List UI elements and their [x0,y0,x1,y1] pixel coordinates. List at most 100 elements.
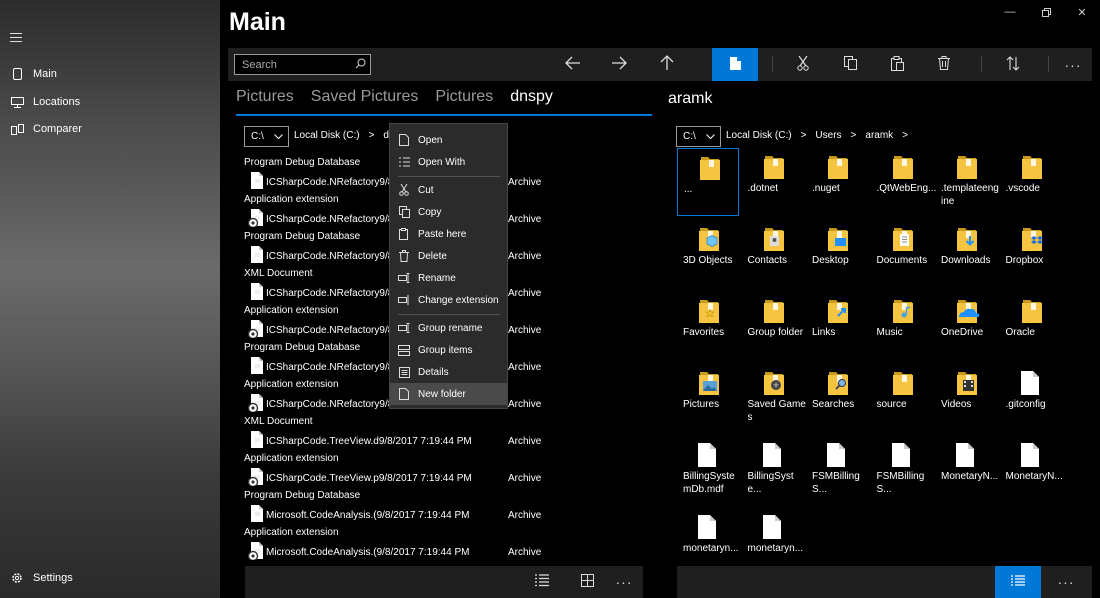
cut-button[interactable] [781,48,825,81]
file-row[interactable]: ICSharpCode.TreeView.d9/8/2017 7:19:44 P… [244,431,644,453]
crumb-aramk[interactable]: aramk [865,130,893,141]
right-pane-title: aramk [668,90,713,107]
context-menu-item-group-rename[interactable]: Group rename [390,317,507,339]
documents-folder-icon [891,227,915,256]
context-menu-item-group-items[interactable]: Group items [390,339,507,361]
crumb-local-disk[interactable]: Local Disk (C:) [726,130,792,141]
tab-saved-pictures[interactable]: Saved Pictures [311,88,419,106]
grid-tile[interactable]: Links [806,292,868,360]
grid-tile[interactable]: Pictures [677,364,739,432]
grid-tile[interactable]: .gitconfig [1000,364,1062,432]
minimize-icon[interactable]: — [992,0,1028,24]
grid-tile[interactable]: MonetaryN... [1000,436,1063,504]
new-file-icon [729,56,741,73]
context-menu-item-details[interactable]: Details [390,361,507,383]
file-name: ICSharpCode.NRefactory9/8 [266,399,394,410]
grid-tile[interactable]: BillingSystemDb.mdf [677,436,739,504]
context-menu-item-cut[interactable]: Cut [390,179,507,201]
search-input[interactable] [235,55,350,74]
tab-pictures[interactable]: Pictures [236,88,294,106]
context-menu-separator [398,176,500,177]
grid-tile[interactable]: Dropbox [1000,220,1062,288]
sidebar-item-main[interactable]: Main [0,62,220,86]
search-icon[interactable] [355,58,366,72]
tab-dnspy[interactable]: dnspy [510,88,553,106]
grid-tile[interactable]: .templateengine [935,148,999,216]
new-file-button[interactable] [712,48,758,81]
tab-pictures-2[interactable]: Pictures [435,88,493,106]
cut-icon [398,184,410,196]
grid-tile[interactable]: monetaryn... [742,508,804,566]
grid-tile[interactable]: Oracle [1000,292,1062,360]
grid-tile[interactable]: .QtWebEng... [871,148,936,216]
sidebar-item-locations[interactable]: Locations [0,90,220,114]
tile-label: monetaryn... [683,543,739,554]
grid-tile[interactable]: OneDrive [935,292,997,360]
sidebar-item-settings[interactable]: Settings [0,566,220,590]
context-menu-item-paste-here[interactable]: Paste here [390,223,507,245]
grid-tile[interactable]: Contacts [742,220,804,288]
context-menu-item-rename[interactable]: Rename [390,267,507,289]
hamburger-menu-icon[interactable] [10,33,22,43]
left-drive-select[interactable]: C:\ [244,126,289,147]
grid-tile[interactable]: Group folder [742,292,804,360]
right-more-button[interactable]: ··· [1043,566,1089,598]
file-attribute: Archive [508,251,542,262]
context-menu-item-new-folder[interactable]: New folder [390,383,507,405]
maximize-icon[interactable] [1028,0,1064,24]
context-menu-item-copy[interactable]: Copy [390,201,507,223]
close-icon[interactable]: ✕ [1064,0,1100,24]
compare-icon [10,123,24,135]
sidebar-item-comparer[interactable]: Comparer [0,117,220,141]
sort-button[interactable] [991,48,1035,81]
grid-tile[interactable]: Searches [806,364,868,432]
context-menu-item-change-extension[interactable]: Change extension [390,289,507,311]
grid-tile[interactable]: monetaryn... [677,508,739,566]
grid-tile[interactable]: ... [677,148,739,216]
up-button[interactable] [645,48,689,81]
left-more-button[interactable]: ··· [605,566,643,598]
folder-icon [1020,155,1044,184]
context-menu-item-delete[interactable]: Delete [390,245,507,267]
tile-label: monetaryn... [747,543,804,554]
open-icon [398,134,410,146]
list-view-icon [535,574,549,590]
grid-tile[interactable]: Documents [871,220,933,288]
details-view-button[interactable] [995,566,1041,598]
chevron-down-icon [706,132,715,143]
crumb-local-disk[interactable]: Local Disk (C:) [294,130,360,141]
grid-tile[interactable]: source [871,364,933,432]
grid-tile[interactable]: Saved Games [742,364,806,432]
context-menu-item-open[interactable]: Open [390,129,507,151]
cut-icon [797,55,809,74]
grid-tile[interactable]: Downloads [935,220,997,288]
paste-button[interactable] [875,48,919,81]
grid-tile[interactable]: Favorites [677,292,739,360]
grid-tile[interactable]: Desktop [806,220,868,288]
grid-view-button[interactable] [565,566,609,598]
copy-button[interactable] [828,48,872,81]
grid-tile[interactable]: BillingSyste... [742,436,804,504]
grid-tile[interactable]: Videos [935,364,997,432]
file-row[interactable]: ICSharpCode.TreeView.p9/8/2017 7:19:44 P… [244,468,644,490]
back-button[interactable] [551,48,595,81]
delete-button[interactable] [922,48,966,81]
grid-tile[interactable]: .vscode [1000,148,1062,216]
list-view-button[interactable] [520,566,564,598]
more-button[interactable]: ··· [1054,48,1092,81]
crumb-users[interactable]: Users [815,130,841,141]
grid-tile[interactable]: MonetaryN... [935,436,998,504]
file-row[interactable]: Microsoft.CodeAnalysis.(9/8/2017 7:19:44… [244,505,644,527]
right-drive-select[interactable]: C:\ [676,126,721,147]
grid-tile[interactable]: 3D Objects [677,220,739,288]
grid-tile[interactable]: .nuget [806,148,868,216]
grid-tile[interactable]: Music [871,292,933,360]
grid-tile[interactable]: FSMBillingS... [871,436,933,504]
toolbar-divider [981,56,982,72]
tile-label: Desktop [812,255,849,266]
file-row[interactable]: Microsoft.CodeAnalysis.(9/8/2017 7:19:44… [244,542,644,562]
grid-tile[interactable]: FSMBillingS... [806,436,868,504]
grid-tile[interactable]: .dotnet [742,148,804,216]
forward-button[interactable] [597,48,641,81]
context-menu-item-open-with[interactable]: Open With [390,151,507,173]
